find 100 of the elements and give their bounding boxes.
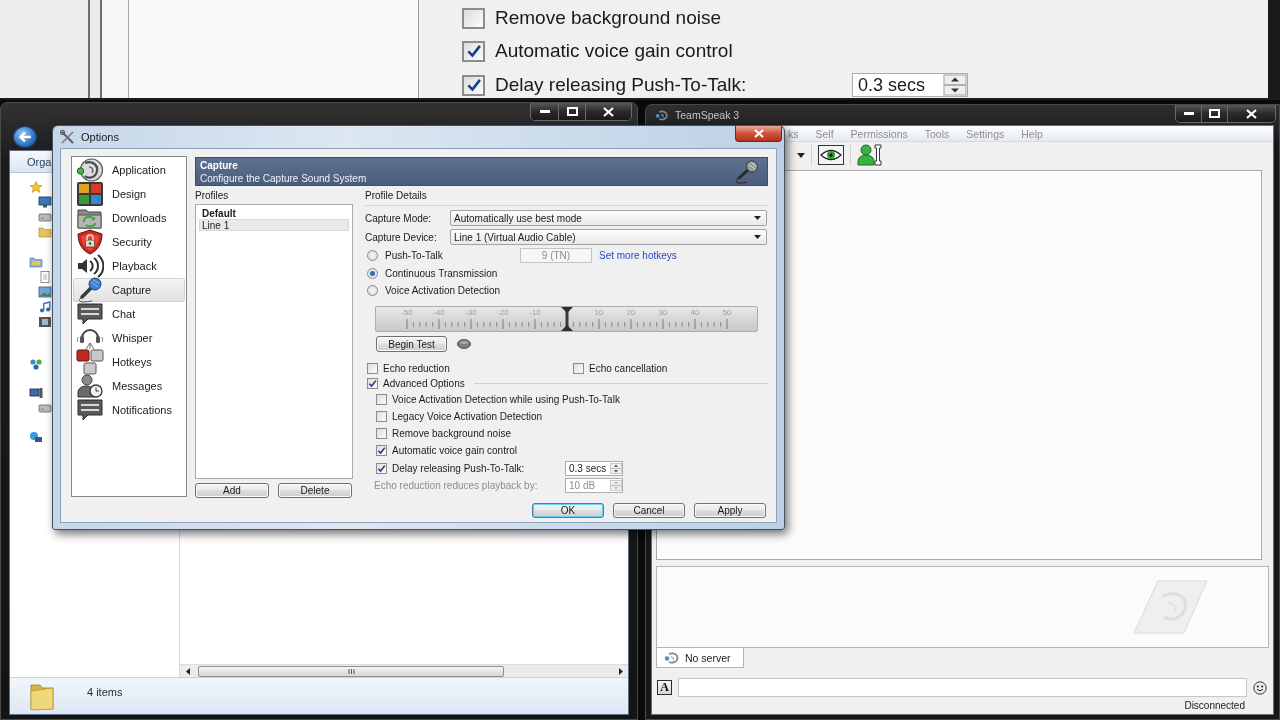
checkbox-label: Automatic voice gain control (495, 40, 734, 62)
category-item[interactable]: Downloads (73, 206, 185, 230)
maximize-button[interactable] (1201, 105, 1227, 122)
radio-button[interactable] (367, 284, 378, 296)
checkbox[interactable] (376, 445, 387, 456)
checkbox[interactable] (573, 362, 584, 374)
category-item[interactable]: Whisper (73, 326, 185, 350)
category-item[interactable]: Hotkeys (73, 350, 185, 374)
checkbox-label: Echo cancellation (589, 362, 668, 374)
hotkeys-link[interactable]: Set more hotkeys (599, 250, 768, 261)
category-item[interactable]: Playback (73, 254, 185, 278)
logo-icon (664, 651, 680, 664)
maximize-button[interactable] (558, 103, 585, 120)
grip-icon (347, 668, 355, 674)
checkbox-label: Remove background noise (392, 428, 512, 439)
cancel-button[interactable]: Cancel (613, 503, 685, 518)
picture-icon[interactable] (38, 285, 52, 298)
horizontal-scrollbar[interactable] (180, 664, 628, 677)
profile-item[interactable]: Default (199, 207, 349, 219)
spin-arrows-icon[interactable] (943, 74, 967, 96)
delay-spinbox[interactable]: 0.3 secs (565, 461, 623, 476)
star-icon[interactable] (29, 180, 43, 193)
connection-status: Disconnected (1184, 700, 1245, 711)
checkbox-label: Delay releasing Push-To-Talk: (495, 74, 748, 96)
category-item[interactable]: Messages (73, 374, 185, 398)
spin-arrows-icon[interactable] (610, 462, 622, 475)
checkbox[interactable] (462, 7, 485, 29)
monitor-icon[interactable] (38, 195, 52, 208)
category-item[interactable]: Security (73, 230, 185, 254)
smiley-icon[interactable] (1253, 680, 1267, 695)
section-subtitle: Configure the Capture Sound System (200, 172, 367, 184)
section-title: Capture (200, 159, 239, 171)
begin-test-button[interactable]: Begin Test (376, 336, 447, 352)
caret-icon (754, 235, 761, 239)
format-button[interactable]: A (657, 680, 672, 695)
checkbox[interactable] (462, 74, 485, 96)
logo-icon (76, 157, 104, 183)
close-icon (753, 129, 764, 138)
checkbox[interactable] (367, 377, 378, 389)
delay-spinbox[interactable]: 0.3 secs (852, 73, 968, 97)
capture-mode-dropdown[interactable]: Automatically use best mode (450, 210, 767, 226)
category-item[interactable]: Design (73, 182, 185, 206)
checkbox[interactable] (462, 40, 485, 62)
ok-button[interactable]: OK (532, 503, 604, 518)
category-item[interactable]: Notifications (73, 398, 185, 422)
radio-button[interactable] (367, 250, 378, 261)
status-text: 4 items (87, 686, 123, 698)
category-item[interactable]: Application (73, 158, 185, 182)
minimize-button[interactable] (531, 103, 558, 120)
library-icon[interactable] (29, 255, 43, 268)
caret-icon[interactable] (797, 152, 805, 158)
radio-label: Push-To-Talk (385, 250, 444, 261)
category-item[interactable]: Chat (73, 302, 185, 326)
checkbox[interactable] (376, 394, 387, 405)
color-tiles-icon (76, 181, 104, 207)
category-item[interactable]: Capture (73, 278, 185, 302)
checkbox-label: Legacy Voice Activation Detection (392, 411, 544, 422)
field-label: Capture Mode: (365, 212, 433, 224)
chat-input-field[interactable] (678, 678, 1247, 697)
back-button[interactable] (13, 126, 37, 148)
people-icon[interactable] (29, 357, 43, 370)
toolbar-button[interactable]: Orga (27, 155, 52, 168)
add-button[interactable]: Add (195, 483, 269, 498)
close-button[interactable] (1227, 105, 1275, 122)
maximize-icon (566, 107, 578, 116)
network-icon[interactable] (29, 430, 43, 443)
apply-button[interactable]: Apply (694, 503, 766, 518)
profile-item[interactable]: Line 1 (199, 219, 349, 231)
scrollbar-thumb[interactable] (198, 665, 504, 677)
document-icon[interactable] (38, 270, 52, 283)
drive-icon[interactable] (38, 210, 52, 223)
close-button[interactable] (585, 103, 631, 120)
checkbox[interactable] (367, 362, 378, 374)
minimize-button[interactable] (1176, 105, 1201, 122)
radio-label: Continuous Transmission (385, 267, 499, 279)
close-button[interactable] (735, 126, 782, 142)
radio-button[interactable] (367, 267, 378, 279)
chat-bubble-icon (76, 397, 104, 423)
checkbox[interactable] (376, 463, 387, 474)
delete-button[interactable]: Delete (278, 483, 352, 498)
slider-thumb[interactable] (560, 307, 574, 331)
status-led-icon (457, 339, 471, 349)
folder-icon (29, 681, 57, 711)
checkbox[interactable] (376, 411, 387, 422)
capture-device-dropdown[interactable]: Line 1 (Virtual Audio Cable) (450, 229, 767, 245)
tab-label: No server (685, 651, 731, 664)
minimize-icon (539, 110, 550, 113)
music-note-icon[interactable] (38, 300, 52, 313)
checkbox-label: Delay releasing Push-To-Talk: (392, 463, 526, 474)
server-tab[interactable]: No server (656, 648, 744, 668)
section-label: Profile Details (365, 190, 428, 202)
film-icon[interactable] (38, 315, 52, 328)
eye-icon[interactable] (818, 145, 844, 165)
caret-icon (754, 216, 761, 220)
checkbox-label: Echo reduction (383, 362, 450, 374)
field-label: Capture Device: (365, 231, 438, 243)
checkbox[interactable] (376, 428, 387, 439)
microphone-icon (76, 277, 104, 303)
user-wrench-icon[interactable] (857, 144, 882, 166)
computer-icon[interactable] (29, 386, 43, 399)
